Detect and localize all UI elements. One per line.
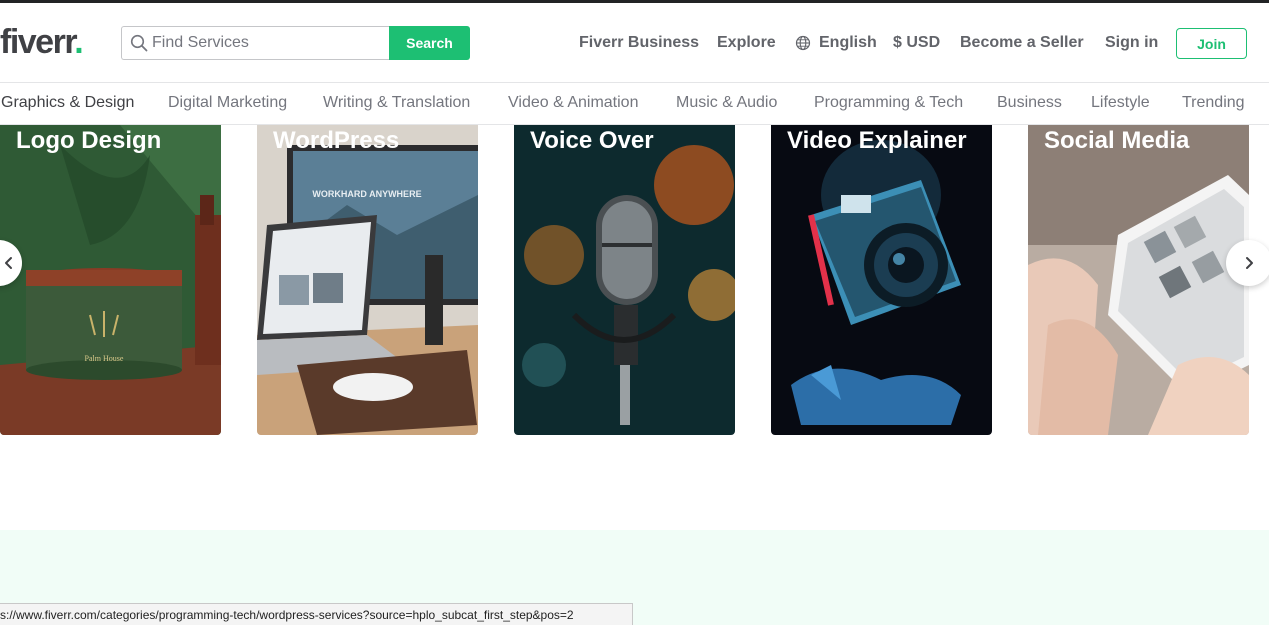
nav-sign-in[interactable]: Sign in [1105,33,1158,53]
category-business[interactable]: Business [997,94,1062,112]
service-card-social-media[interactable]: Social Media [1028,125,1249,435]
social-media-image [1028,125,1249,435]
logo-text: fiverr [0,23,76,61]
service-card-video-explainer[interactable]: Video Explainer [771,125,992,435]
card-title: Video Explainer [787,127,967,154]
search-box[interactable] [121,26,389,60]
fiverr-logo[interactable]: fiverr. [0,23,84,62]
card-title: WordPress [273,127,400,154]
service-card-logo-design[interactable]: Palm House Logo Design [0,125,221,435]
category-writing-translation[interactable]: Writing & Translation [323,94,470,112]
logo-dot: . [74,23,83,61]
voice-over-image [514,125,735,435]
search-icon [130,34,148,52]
nav-fiverr-business[interactable]: Fiverr Business [579,33,699,53]
category-graphics-design[interactable]: Graphics & Design [1,94,134,112]
card-title: Voice Over [530,127,654,154]
nav-become-seller[interactable]: Become a Seller [960,33,1084,53]
palm-house-text: Palm House [85,354,124,363]
workhard-anywhere-text: WORKHARD ANYWHERE [312,189,421,199]
language-label: English [819,34,877,51]
wordpress-image: WORKHARD ANYWHERE [257,125,478,435]
nav-language[interactable]: English [795,33,877,53]
category-trending[interactable]: Trending [1182,94,1245,112]
category-video-animation[interactable]: Video & Animation [508,94,638,112]
logo-design-image: Palm House [0,125,221,435]
card-title: Logo Design [16,127,162,154]
chevron-right-icon [1246,257,1253,269]
chevron-left-icon [5,257,12,269]
video-explainer-image [771,125,992,435]
nav-explore[interactable]: Explore [717,33,776,53]
search-button[interactable]: Search [389,26,470,60]
service-card-voice-over[interactable]: Voice Over [514,125,735,435]
search-bar: Search [121,26,470,60]
site-header: fiverr. Search Fiverr Business Explore E… [0,3,1269,83]
globe-icon [795,35,811,51]
category-digital-marketing[interactable]: Digital Marketing [168,94,287,112]
category-programming-tech[interactable]: Programming & Tech [814,94,963,112]
carousel-next-button[interactable] [1226,240,1269,286]
category-menu: Graphics & Design Digital Marketing Writ… [0,84,1269,125]
search-input[interactable] [152,34,372,52]
nav-currency[interactable]: $ USD [893,33,940,53]
service-card-wordpress[interactable]: WORKHARD ANYWHERE WordPress [257,125,478,435]
join-button[interactable]: Join [1176,28,1247,59]
category-music-audio[interactable]: Music & Audio [676,94,777,112]
browser-status-url: s://www.fiverr.com/categories/programmin… [0,603,633,625]
card-title: Social Media [1044,127,1190,154]
category-lifestyle[interactable]: Lifestyle [1091,94,1150,112]
